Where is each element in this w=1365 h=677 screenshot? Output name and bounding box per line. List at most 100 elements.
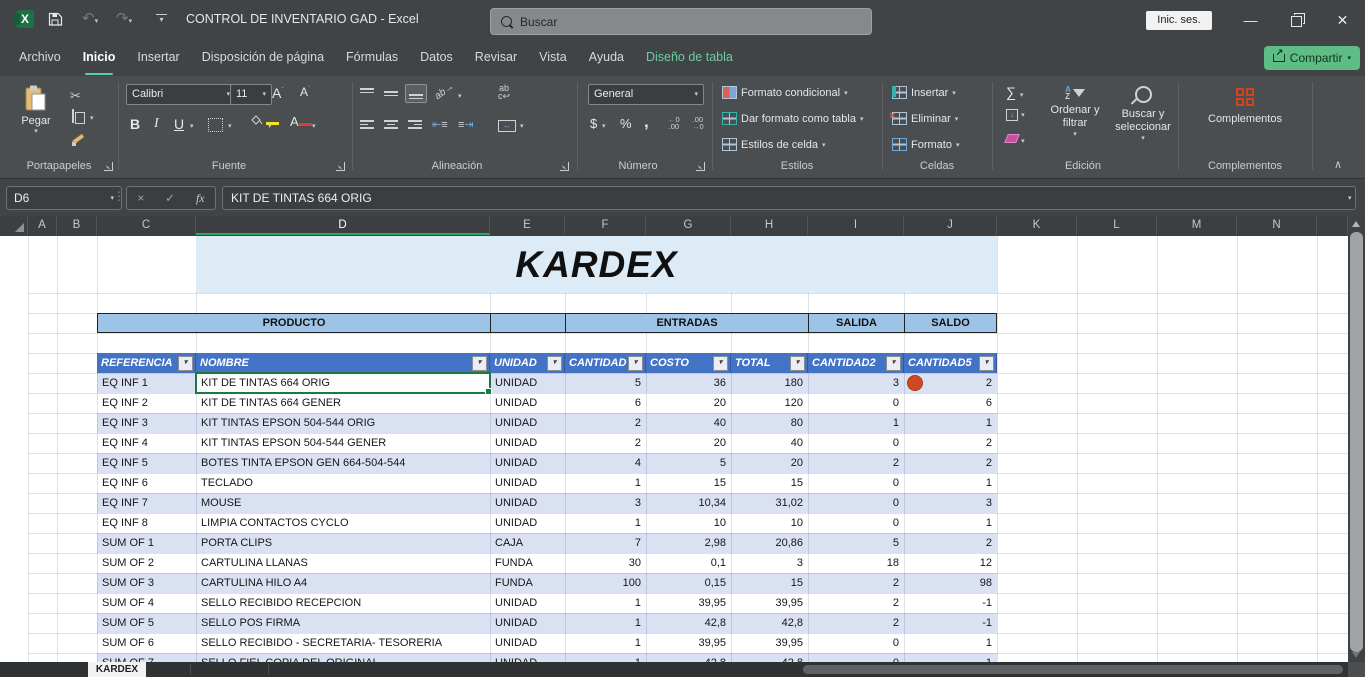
font-color-dropdown[interactable]: ▾: [312, 122, 316, 130]
name-box[interactable]: D6▾: [6, 186, 122, 210]
cell[interactable]: 0,1: [646, 553, 731, 573]
decrease-font-icon[interactable]: Aˇ: [300, 85, 310, 99]
cell[interactable]: 30: [565, 553, 646, 573]
cell[interactable]: 1: [565, 593, 646, 613]
cell[interactable]: 0: [808, 433, 904, 453]
addins-button[interactable]: Complementos: [1205, 88, 1285, 125]
cell[interactable]: 20: [731, 453, 808, 473]
column-header-B[interactable]: B: [57, 216, 97, 235]
align-top-icon[interactable]: [360, 88, 374, 99]
table-header-cantidad2[interactable]: CANTIDAD2▾: [808, 353, 904, 373]
cell[interactable]: 1: [565, 473, 646, 493]
column-header-L[interactable]: L: [1077, 216, 1157, 235]
increase-indent-icon[interactable]: ≡⇥: [458, 118, 474, 131]
underline-dropdown[interactable]: ▾: [190, 122, 194, 130]
cut-icon[interactable]: ✂: [70, 88, 81, 104]
cell[interactable]: SUM OF 7: [97, 653, 196, 662]
column-header-H[interactable]: H: [731, 216, 808, 235]
cell[interactable]: EQ INF 3: [97, 413, 196, 433]
align-right-icon[interactable]: [408, 120, 422, 129]
decrease-decimal-icon[interactable]: .00→0: [692, 116, 704, 130]
scroll-down-icon[interactable]: [1352, 652, 1360, 658]
increase-decimal-icon[interactable]: ←0.00: [668, 116, 680, 130]
cell[interactable]: TECLADO: [196, 473, 490, 493]
cell[interactable]: FUNDA: [490, 553, 565, 573]
format-painter-icon[interactable]: [70, 132, 85, 146]
vertical-scrollbar-thumb[interactable]: [1350, 232, 1363, 652]
cell[interactable]: 120: [731, 393, 808, 413]
vertical-scrollbar[interactable]: [1348, 216, 1365, 662]
cell[interactable]: 20: [646, 393, 731, 413]
cell[interactable]: 15: [731, 473, 808, 493]
format-as-table-button[interactable]: Dar formato como tabla▾: [722, 112, 863, 125]
merge-center-icon[interactable]: ↔: [498, 120, 516, 132]
cell[interactable]: 1: [808, 413, 904, 433]
font-name-select[interactable]: Calibri▾: [126, 84, 236, 105]
section-header-producto[interactable]: PRODUCTO: [97, 313, 491, 333]
cell[interactable]: UNIDAD: [490, 593, 565, 613]
cell[interactable]: SELLO RECIBIDO - SECRETARIA- TESORERIA: [196, 633, 490, 653]
cell[interactable]: SUM OF 4: [97, 593, 196, 613]
tab-ayuda[interactable]: Ayuda: [578, 40, 635, 76]
column-header-E[interactable]: E: [490, 216, 565, 235]
collapse-ribbon-icon[interactable]: ∧: [1334, 158, 1342, 171]
italic-button[interactable]: I: [154, 116, 159, 132]
bold-button[interactable]: B: [130, 116, 140, 132]
cell[interactable]: 6: [904, 393, 997, 413]
cell[interactable]: EQ INF 8: [97, 513, 196, 533]
table-header-referencia[interactable]: REFERENCIA▾: [97, 353, 196, 373]
cell[interactable]: 80: [731, 413, 808, 433]
cell[interactable]: EQ INF 4: [97, 433, 196, 453]
table-header-nombre[interactable]: NOMBRE▾: [196, 353, 490, 373]
cell[interactable]: EQ INF 1: [97, 373, 196, 393]
cancel-icon[interactable]: ×: [137, 191, 144, 205]
sheet-title-cell[interactable]: KARDEX: [196, 236, 997, 293]
horizontal-scrollbar-thumb[interactable]: [803, 665, 1343, 674]
table-header-costo[interactable]: COSTO▾: [646, 353, 731, 373]
column-header-M[interactable]: M: [1157, 216, 1237, 235]
cell[interactable]: EQ INF 5: [97, 453, 196, 473]
cell[interactable]: 1: [904, 473, 997, 493]
cell[interactable]: CAJA: [490, 533, 565, 553]
align-left-icon[interactable]: [360, 120, 374, 129]
cell[interactable]: UNIDAD: [490, 393, 565, 413]
cell[interactable]: 2: [904, 433, 997, 453]
cell[interactable]: SELLO FIEL COPIA DEL ORIGINAL: [196, 653, 490, 662]
section-header-blank[interactable]: [490, 313, 566, 333]
cell[interactable]: 0: [808, 633, 904, 653]
sheet-tab-kardex[interactable]: KARDEX: [88, 662, 146, 677]
quick-access-toolbar-icon[interactable]: ▾: [156, 14, 167, 25]
format-cells-button[interactable]: Formato▾: [892, 138, 959, 151]
table-header-cantidad5[interactable]: CANTIDAD5▾: [904, 353, 997, 373]
column-header-C[interactable]: C: [97, 216, 196, 235]
cell[interactable]: 3: [731, 553, 808, 573]
cell[interactable]: 0,15: [646, 573, 731, 593]
column-header-F[interactable]: F: [565, 216, 646, 235]
cell[interactable]: 180: [731, 373, 808, 393]
copy-icon[interactable]: [72, 110, 74, 122]
align-middle-icon[interactable]: [384, 88, 398, 99]
copy-dropdown[interactable]: ▾: [90, 114, 94, 122]
cell[interactable]: 10: [731, 513, 808, 533]
insert-function-icon[interactable]: fx: [196, 191, 205, 206]
table-header-total[interactable]: TOTAL▾: [731, 353, 808, 373]
sign-in-button[interactable]: Inic. ses.: [1146, 11, 1212, 30]
cell[interactable]: 20: [646, 433, 731, 453]
cell[interactable]: 3: [808, 373, 904, 393]
clipboard-dialog-launcher-icon[interactable]: [104, 162, 113, 171]
cell[interactable]: 15: [731, 573, 808, 593]
cell[interactable]: 2: [808, 453, 904, 473]
cell[interactable]: 36: [646, 373, 731, 393]
cell[interactable]: 7: [565, 533, 646, 553]
cell[interactable]: 40: [646, 413, 731, 433]
tab-dise-o-de-tabla[interactable]: Diseño de tabla: [635, 40, 744, 76]
table-header-unidad[interactable]: UNIDAD▾: [490, 353, 565, 373]
cell[interactable]: EQ INF 7: [97, 493, 196, 513]
cell[interactable]: 2: [808, 573, 904, 593]
search-input[interactable]: Buscar: [490, 8, 872, 35]
filter-button[interactable]: ▾: [713, 356, 728, 371]
fill-handle[interactable]: [485, 388, 492, 395]
orientation-icon[interactable]: ab→: [433, 81, 457, 102]
delete-cells-button[interactable]: Eliminar▾: [892, 112, 958, 125]
cell[interactable]: 4: [565, 453, 646, 473]
